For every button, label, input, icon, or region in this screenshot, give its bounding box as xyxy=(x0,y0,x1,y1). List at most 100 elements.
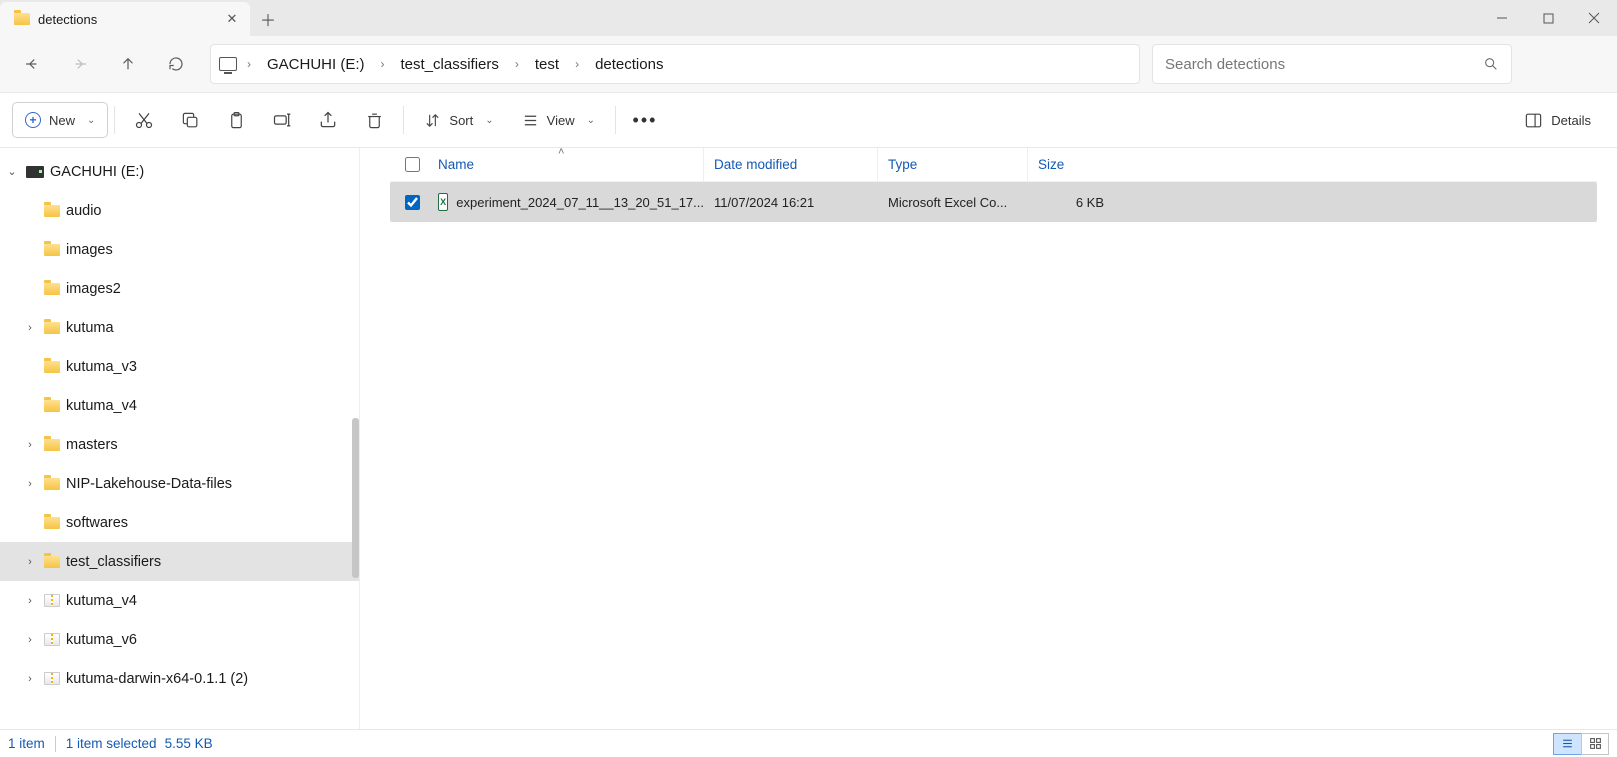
tree-item-label: test_classifiers xyxy=(66,554,161,570)
cell-date: 11/07/2024 16:21 xyxy=(704,182,878,222)
main-area: ⌄ GACHUHI (E:) >audio>images>images2›kut… xyxy=(0,148,1617,729)
paste-button[interactable] xyxy=(213,102,259,138)
tree-item[interactable]: >images xyxy=(0,230,359,269)
col-date[interactable]: Date modified xyxy=(704,148,878,181)
details-label: Details xyxy=(1551,113,1591,128)
forward-button[interactable] xyxy=(58,44,102,84)
folder-icon xyxy=(44,322,60,334)
new-button[interactable]: + New ⌄ xyxy=(12,102,108,138)
chevron-down-icon: ⌄ xyxy=(587,115,595,126)
sort-label: Sort xyxy=(449,113,473,128)
search-icon xyxy=(1483,56,1499,72)
chevron-right-icon[interactable]: › xyxy=(22,439,38,451)
scissors-icon xyxy=(134,110,154,130)
row-checkbox[interactable] xyxy=(405,195,420,210)
pc-icon xyxy=(219,57,237,71)
close-window-button[interactable] xyxy=(1571,0,1617,36)
col-type[interactable]: Type xyxy=(878,148,1028,181)
col-size[interactable]: Size xyxy=(1028,148,1118,181)
up-button[interactable] xyxy=(106,44,150,84)
tree-item[interactable]: >images2 xyxy=(0,269,359,308)
select-all-checkbox[interactable] xyxy=(405,157,420,172)
tree-item[interactable]: › kutuma_v6 xyxy=(0,620,359,659)
minimize-button[interactable] xyxy=(1479,0,1525,36)
folder-icon xyxy=(44,205,60,217)
titlebar: detections ✕ ＋ xyxy=(0,0,1617,36)
chevron-down-icon: ⌄ xyxy=(87,115,95,126)
nav-tree[interactable]: ⌄ GACHUHI (E:) >audio>images>images2›kut… xyxy=(0,148,360,729)
chevron-right-icon[interactable]: › xyxy=(371,57,395,71)
file-list: ˄ Name Date modified Type Size Xexperime… xyxy=(360,148,1617,729)
tree-item[interactable]: ›kutuma xyxy=(0,308,359,347)
tree-item[interactable]: ›kutuma-darwin-x64-0.1.1 (2) xyxy=(0,659,359,698)
delete-button[interactable] xyxy=(351,102,397,138)
zip-icon xyxy=(44,594,60,607)
view-button[interactable]: View ⌄ xyxy=(508,102,609,138)
tree-root-label: GACHUHI (E:) xyxy=(50,164,144,180)
chevron-down-icon[interactable]: ⌄ xyxy=(4,165,20,178)
tree-item[interactable]: >kutuma_v3 xyxy=(0,347,359,386)
search-box[interactable] xyxy=(1152,44,1512,84)
folder-icon xyxy=(44,283,60,295)
tree-item[interactable]: >kutuma_v4 xyxy=(0,386,359,425)
trash-icon xyxy=(365,111,384,130)
separator xyxy=(114,106,115,134)
thumbnails-view-button[interactable] xyxy=(1581,733,1609,755)
chevron-right-icon[interactable]: › xyxy=(22,478,38,490)
chevron-right-icon[interactable]: › xyxy=(22,634,38,646)
chevron-right-icon[interactable]: › xyxy=(22,673,38,685)
new-tab-button[interactable]: ＋ xyxy=(250,2,286,36)
select-all-checkbox-col[interactable] xyxy=(390,148,428,181)
crumb-0[interactable]: GACHUHI (E:) xyxy=(261,56,371,73)
column-headers: ˄ Name Date modified Type Size xyxy=(390,148,1597,182)
details-pane-button[interactable]: Details xyxy=(1510,102,1605,138)
tab-current[interactable]: detections ✕ xyxy=(0,2,250,36)
chevron-right-icon[interactable]: › xyxy=(22,556,38,568)
share-button[interactable] xyxy=(305,102,351,138)
back-button[interactable] xyxy=(10,44,54,84)
details-view-button[interactable] xyxy=(1553,733,1581,755)
chevron-right-icon[interactable]: › xyxy=(237,57,261,71)
crumb-3[interactable]: detections xyxy=(589,56,669,73)
rename-button[interactable] xyxy=(259,102,305,138)
clipboard-icon xyxy=(227,111,246,130)
close-tab-button[interactable]: ✕ xyxy=(226,13,238,25)
refresh-button[interactable] xyxy=(154,44,198,84)
tree-item-label: kutuma_v6 xyxy=(66,632,137,648)
tree-item-label: NIP-Lakehouse-Data-files xyxy=(66,476,232,492)
chevron-right-icon[interactable]: › xyxy=(22,322,38,334)
toolbar: + New ⌄ Sort ⌄ View ⌄ ••• Details xyxy=(0,92,1617,148)
tree-item[interactable]: ›masters xyxy=(0,425,359,464)
chevron-right-icon[interactable]: › xyxy=(565,57,589,71)
tree-item[interactable]: >audio xyxy=(0,191,359,230)
maximize-button[interactable] xyxy=(1525,0,1571,36)
tree-item[interactable]: › kutuma_v4 xyxy=(0,581,359,620)
col-name[interactable]: Name xyxy=(428,148,704,181)
tree-item-label: kutuma_v4 xyxy=(66,593,137,609)
tree-item[interactable]: › test_classifiers xyxy=(0,542,359,581)
details-pane-icon xyxy=(1524,111,1543,130)
copy-icon xyxy=(181,111,200,130)
cell-name[interactable]: Xexperiment_2024_07_11__13_20_51_17... xyxy=(428,182,704,222)
address-bar[interactable]: › GACHUHI (E:) › test_classifiers › test… xyxy=(210,44,1140,84)
file-row[interactable]: Xexperiment_2024_07_11__13_20_51_17...11… xyxy=(390,182,1597,222)
search-input[interactable] xyxy=(1165,56,1483,73)
copy-button[interactable] xyxy=(167,102,213,138)
tree-item[interactable]: › NIP-Lakehouse-Data-files xyxy=(0,464,359,503)
row-checkbox-col[interactable] xyxy=(390,182,428,222)
chevron-right-icon[interactable]: › xyxy=(505,57,529,71)
tree-item-label: images2 xyxy=(66,281,121,297)
ellipsis-icon: ••• xyxy=(633,110,658,131)
sort-button[interactable]: Sort ⌄ xyxy=(410,102,507,138)
crumb-1[interactable]: test_classifiers xyxy=(395,56,505,73)
scrollbar[interactable] xyxy=(352,418,359,578)
folder-icon xyxy=(14,13,30,25)
tree-root[interactable]: ⌄ GACHUHI (E:) xyxy=(0,152,359,191)
more-button[interactable]: ••• xyxy=(622,102,668,138)
chevron-right-icon[interactable]: › xyxy=(22,595,38,607)
zip-icon xyxy=(44,633,60,646)
tab-title: detections xyxy=(38,12,218,27)
cut-button[interactable] xyxy=(121,102,167,138)
tree-item[interactable]: >softwares xyxy=(0,503,359,542)
crumb-2[interactable]: test xyxy=(529,56,565,73)
